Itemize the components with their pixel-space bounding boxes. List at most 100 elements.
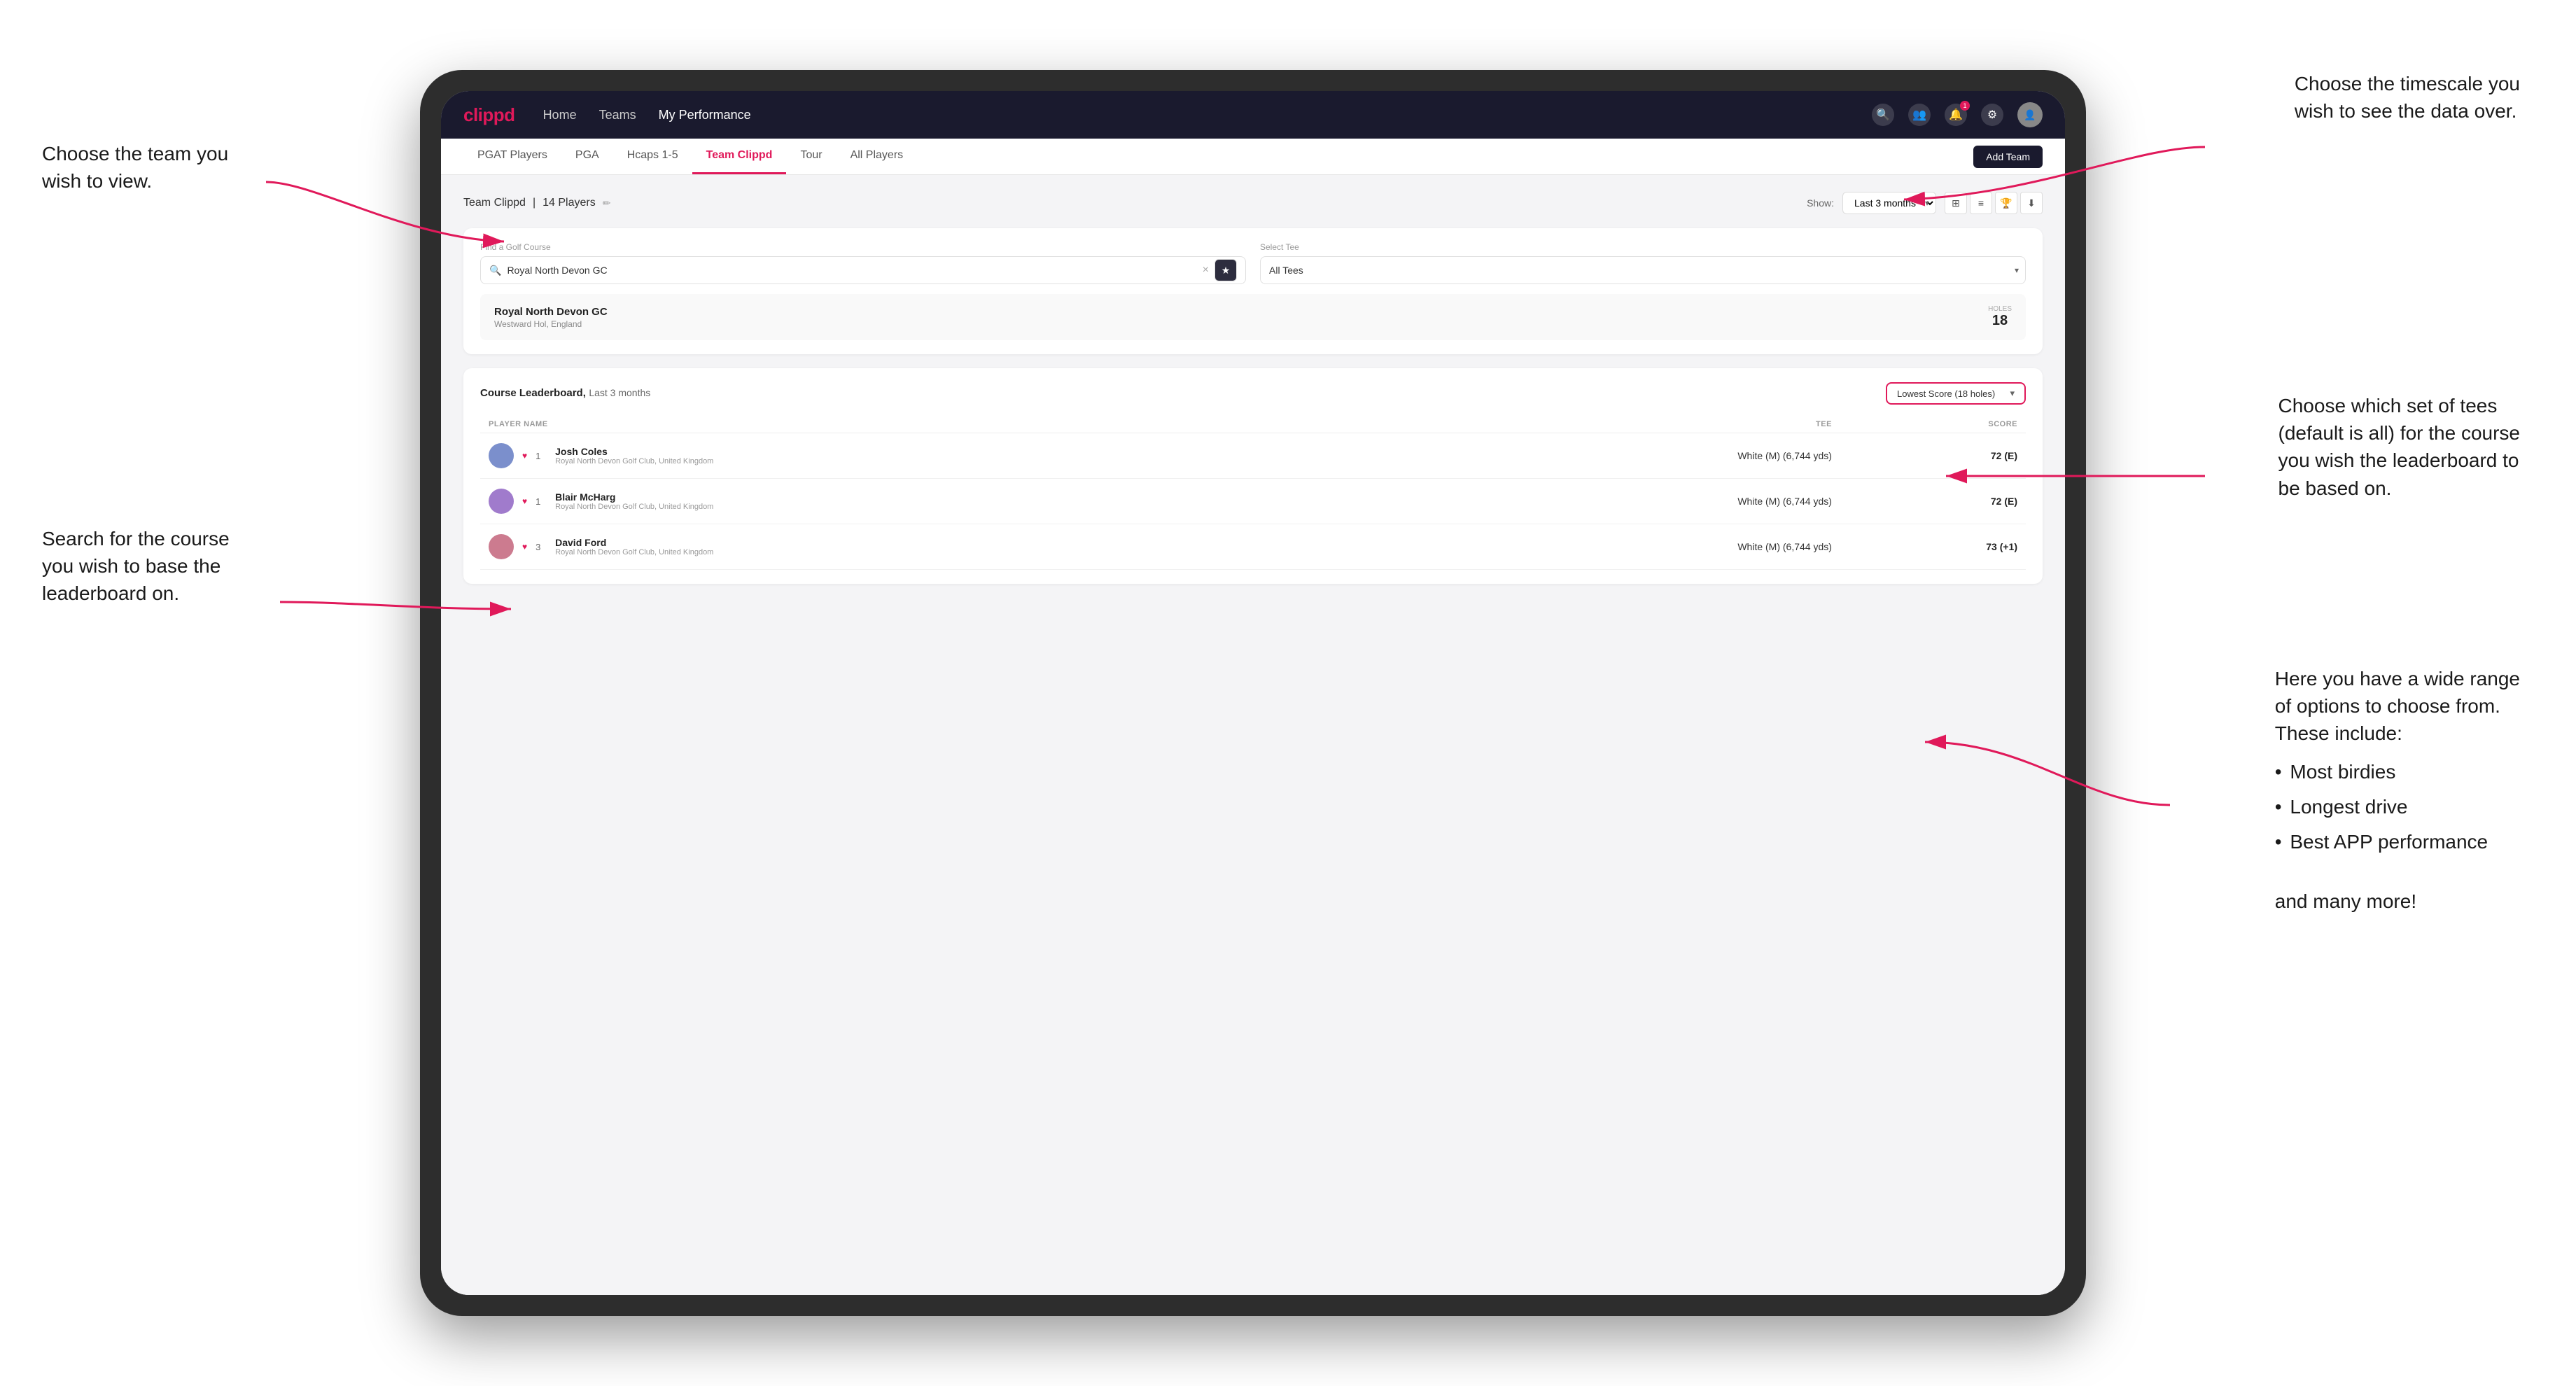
table-row: ♥ 1 Blair McHarg Royal North Devon Golf …	[480, 479, 2026, 524]
leaderboard-period: Last 3 months	[589, 387, 650, 398]
tab-team-clippd[interactable]: Team Clippd	[692, 139, 787, 174]
sub-navbar: PGAT Players PGA Hcaps 1-5 Team Clippd T…	[441, 139, 2065, 175]
heart-icon-3: ♥	[522, 542, 527, 552]
tablet-device: clippd Home Teams My Performance 🔍 👥 🔔 1…	[420, 70, 2086, 1316]
notification-badge: 1	[1960, 101, 1970, 111]
heart-icon-1: ♥	[522, 451, 527, 461]
leaderboard-title: Course Leaderboard,	[480, 387, 586, 399]
edit-icon[interactable]: ✏	[603, 197, 611, 209]
player-cell-3: ♥ 3 David Ford Royal North Devon Golf Cl…	[489, 534, 1404, 559]
score-type-label: Lowest Score (18 holes)	[1897, 388, 1995, 399]
player-count: |	[533, 197, 536, 209]
view-icons: ⊞ ≡ 🏆 ⬇	[1945, 192, 2043, 214]
leaderboard-title-group: Course Leaderboard, Last 3 months	[480, 387, 650, 400]
player-avatar-1	[489, 443, 514, 468]
nav-icons-group: 🔍 👥 🔔 1 ⚙ 👤	[1872, 102, 2043, 127]
player-score-2: 72 (E)	[1840, 479, 2026, 524]
annotation-mid-right: Choose which set of tees (default is all…	[2278, 392, 2521, 502]
player-cell-1: ♥ 1 Josh Coles Royal North Devon Golf Cl…	[489, 443, 1404, 468]
notification-icon[interactable]: 🔔 1	[1945, 104, 1967, 126]
main-content: Team Clippd | 14 Players ✏ Show: Last 3 …	[441, 175, 2065, 1295]
table-row: ♥ 1 Josh Coles Royal North Devon Golf Cl…	[480, 433, 2026, 479]
player-name-3: David Ford	[555, 537, 713, 548]
bullet-list: Most birdies Longest drive Best APP perf…	[2275, 755, 2520, 860]
bullet-1: Most birdies	[2275, 755, 2520, 790]
user-avatar[interactable]: 👤	[2017, 102, 2043, 127]
course-search-input[interactable]	[507, 265, 1196, 276]
annotation-mid-left: Search for the course you wish to base t…	[42, 525, 230, 608]
player-avatar-3	[489, 534, 514, 559]
leaderboard-card: Course Leaderboard, Last 3 months Lowest…	[463, 368, 2043, 584]
rank-3: 3	[536, 542, 547, 552]
chevron-down-icon: ▾	[2010, 388, 2015, 399]
tab-tour[interactable]: Tour	[786, 139, 836, 174]
player-name-1: Josh Coles	[555, 446, 713, 457]
player-club-3: Royal North Devon Golf Club, United King…	[555, 548, 713, 556]
course-info: Royal North Devon GC Westward Hol, Engla…	[494, 306, 608, 329]
search-card: Find a Golf Course 🔍 × ★ Select Tee Al	[463, 228, 2043, 354]
course-search-input-wrap: 🔍 × ★	[480, 256, 1246, 284]
player-tee-3: White (M) (6,744 yds)	[1412, 524, 1840, 570]
player-score-1: 72 (E)	[1840, 433, 2026, 479]
nav-links: Home Teams My Performance	[543, 108, 1872, 122]
grid-view-button[interactable]: ⊞	[1945, 192, 1967, 214]
holes-badge: Holes 18	[1988, 305, 2012, 329]
tab-all-players[interactable]: All Players	[836, 139, 918, 174]
annotation-bottom-right: Here you have a wide range of options to…	[2275, 665, 2520, 915]
search-row: Find a Golf Course 🔍 × ★ Select Tee Al	[480, 242, 2026, 284]
clear-search-button[interactable]: ×	[1203, 265, 1209, 276]
nav-link-teams[interactable]: Teams	[599, 108, 636, 122]
player-score-3: 73 (+1)	[1840, 524, 2026, 570]
download-button[interactable]: ⬇	[2020, 192, 2043, 214]
nav-link-my-performance[interactable]: My Performance	[659, 108, 751, 122]
rank-1: 1	[536, 451, 547, 461]
users-icon[interactable]: 👥	[1908, 104, 1931, 126]
leaderboard-table: PLAYER NAME TEE SCORE ♥ 1	[480, 416, 2026, 570]
tab-pga[interactable]: PGA	[561, 139, 613, 174]
course-result-row: Royal North Devon GC Westward Hol, Engla…	[480, 294, 2026, 340]
score-type-select[interactable]: Lowest Score (18 holes) ▾	[1886, 382, 2026, 405]
col-score: SCORE	[1840, 416, 2026, 433]
main-navbar: clippd Home Teams My Performance 🔍 👥 🔔 1…	[441, 91, 2065, 139]
team-name: Team Clippd	[463, 197, 526, 209]
annotation-top-right: Choose the timescale you wish to see the…	[2295, 70, 2520, 125]
team-controls: Show: Last 3 months ⊞ ≡ 🏆 ⬇	[1807, 192, 2043, 214]
holes-number: 18	[1992, 313, 2008, 328]
course-search-group: Find a Golf Course 🔍 × ★	[480, 242, 1246, 284]
player-avatar-2	[489, 489, 514, 514]
find-course-label: Find a Golf Course	[480, 242, 1246, 252]
show-label: Show:	[1807, 197, 1834, 209]
team-title: Team Clippd | 14 Players ✏	[463, 197, 610, 209]
table-row: ♥ 3 David Ford Royal North Devon Golf Cl…	[480, 524, 2026, 570]
player-club-1: Royal North Devon Golf Club, United King…	[555, 457, 713, 465]
settings-icon[interactable]: ⚙	[1981, 104, 2003, 126]
favorite-button[interactable]: ★	[1214, 259, 1237, 281]
player-cell-2: ♥ 1 Blair McHarg Royal North Devon Golf …	[489, 489, 1404, 514]
course-location: Westward Hol, England	[494, 319, 608, 329]
tee-select[interactable]: All Tees	[1260, 256, 2026, 284]
tab-pgat-players[interactable]: PGAT Players	[463, 139, 561, 174]
annotation-top-left: Choose the team you wish to view.	[42, 140, 228, 195]
nav-link-home[interactable]: Home	[543, 108, 577, 122]
trophy-button[interactable]: 🏆	[1995, 192, 2017, 214]
tablet-screen: clippd Home Teams My Performance 🔍 👥 🔔 1…	[441, 91, 2065, 1295]
add-team-button[interactable]: Add Team	[1973, 146, 2043, 168]
time-period-select[interactable]: Last 3 months	[1842, 192, 1936, 214]
player-name-2: Blair McHarg	[555, 491, 713, 503]
player-club-2: Royal North Devon Golf Club, United King…	[555, 503, 713, 511]
col-player-name: PLAYER NAME	[480, 416, 1412, 433]
player-tee-2: White (M) (6,744 yds)	[1412, 479, 1840, 524]
rank-2: 1	[536, 496, 547, 507]
brand-logo: clippd	[463, 104, 515, 126]
course-name: Royal North Devon GC	[494, 306, 608, 318]
tee-label: Select Tee	[1260, 242, 2026, 252]
heart-icon-2: ♥	[522, 496, 527, 506]
list-view-button[interactable]: ≡	[1970, 192, 1992, 214]
sub-nav-tabs: PGAT Players PGA Hcaps 1-5 Team Clippd T…	[463, 139, 917, 174]
bullet-2: Longest drive	[2275, 790, 2520, 825]
search-icon[interactable]: 🔍	[1872, 104, 1894, 126]
col-tee: TEE	[1412, 416, 1840, 433]
tab-hcaps[interactable]: Hcaps 1-5	[613, 139, 692, 174]
player-count-label: 14 Players	[542, 197, 596, 209]
tee-select-group: Select Tee All Tees	[1260, 242, 2026, 284]
